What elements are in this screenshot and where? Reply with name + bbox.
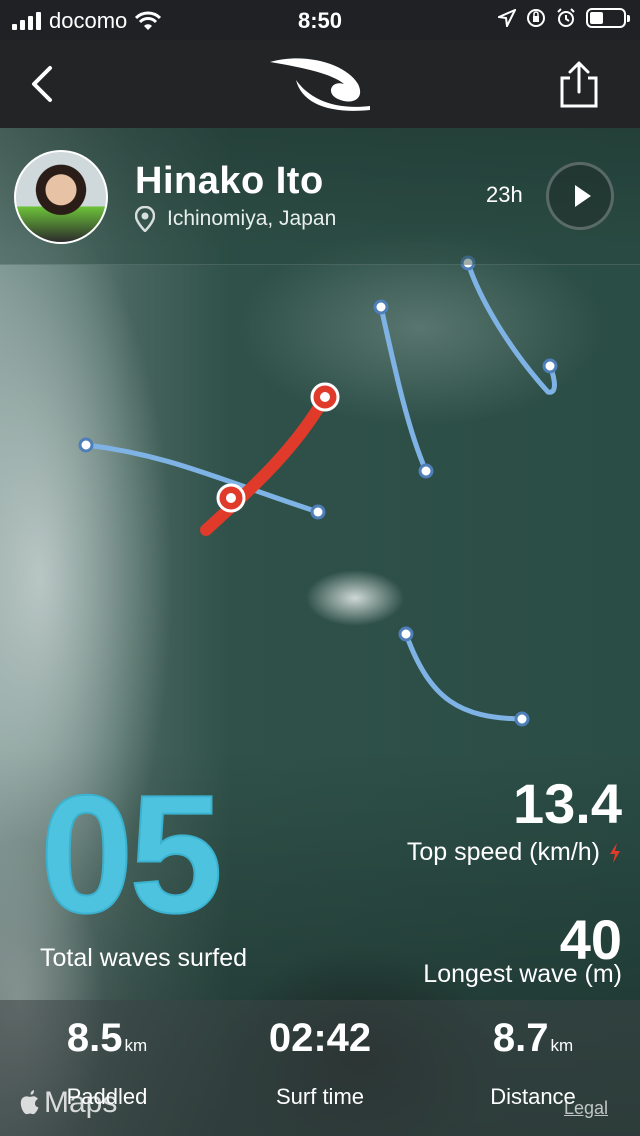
longest-wave-label: Longest wave (m) [423, 960, 622, 988]
top-speed-value: 13.4 [513, 772, 622, 835]
battery-icon [586, 8, 630, 28]
distance-unit: km [550, 1036, 574, 1055]
maps-text: Maps [44, 1086, 118, 1119]
wave-track-4 [403, 631, 525, 722]
play-button[interactable] [546, 162, 614, 230]
summary-surf-time: 02:42 Surf time [213, 1018, 427, 1110]
top-speed-row: Top speed (km/h) [407, 838, 622, 867]
track-point [373, 299, 389, 315]
surf-time-label: Surf time [275, 1084, 365, 1109]
nav-bar [0, 40, 640, 128]
status-bar: docomo 8:50 [0, 0, 640, 40]
track-point [78, 437, 94, 453]
lightning-icon [610, 842, 620, 863]
apple-icon [20, 1090, 39, 1115]
track-point [398, 626, 414, 642]
location-arrow-icon [498, 9, 516, 27]
paddled-unit: km [124, 1036, 148, 1055]
share-icon[interactable] [556, 60, 602, 110]
surfer-name: Hinako Ito [135, 160, 324, 202]
avatar[interactable] [14, 150, 108, 244]
paddled-value: 8.5 [66, 1016, 123, 1060]
top-speed-label: Top speed (km/h) [406, 838, 600, 866]
play-icon [575, 185, 591, 207]
track-point [418, 463, 434, 479]
total-waves-label: Total waves surfed [40, 944, 248, 972]
track-point [542, 358, 558, 374]
location-text: Ichinomiya, Japan [167, 207, 337, 230]
ripcurl-logo [270, 58, 370, 111]
wave-track-3 [465, 260, 557, 395]
battery-level [590, 12, 603, 24]
distance-value: 8.7 [492, 1016, 549, 1060]
alarm-icon [557, 8, 575, 27]
location: Ichinomiya, Japan [135, 206, 336, 232]
back-chevron-icon[interactable] [26, 62, 66, 106]
orientation-lock-icon [527, 9, 545, 27]
total-waves-value: 05 [39, 760, 224, 948]
maps-attribution: Maps [18, 1086, 117, 1120]
surf-time-value: 02:42 [268, 1016, 372, 1060]
track-point [310, 504, 326, 520]
track-point [514, 711, 530, 727]
summary-distance: 8.7 km Distance [426, 1018, 640, 1110]
legal-link[interactable]: Legal [564, 1098, 608, 1119]
time-ago: 23h [486, 182, 523, 207]
status-right [498, 8, 630, 28]
location-pin-icon [135, 206, 155, 232]
wave-track-2 [378, 304, 429, 474]
